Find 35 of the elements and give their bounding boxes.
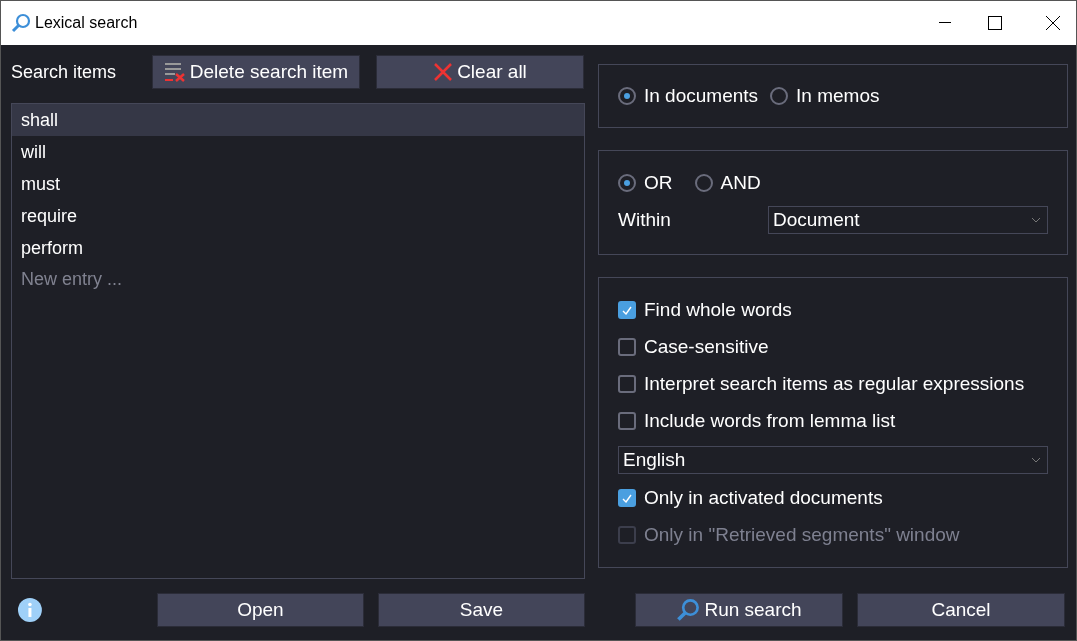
new-entry-field[interactable]: New entry ... [12, 264, 584, 294]
info-icon[interactable] [17, 597, 43, 623]
delete-list-icon [163, 62, 186, 82]
close-icon [433, 62, 454, 82]
option-checkbox[interactable]: Include words from lemma list [618, 408, 1067, 434]
list-item[interactable]: require [12, 200, 584, 232]
within-label: Within [618, 208, 672, 231]
list-item[interactable]: shall [12, 104, 584, 136]
search-icon [676, 598, 701, 622]
scope-radio[interactable]: In memos [770, 85, 880, 107]
language-dropdown[interactable]: English [618, 445, 1048, 474]
logic-radio[interactable]: AND [694, 171, 761, 194]
delete-search-item-button[interactable]: Delete search item [152, 55, 360, 89]
search-icon [11, 13, 31, 33]
open-button[interactable]: Open [156, 593, 364, 627]
logic-radio[interactable]: OR [618, 171, 673, 194]
run-search-button[interactable]: Run search [635, 593, 843, 627]
checkmark-icon [622, 305, 632, 315]
checkmark-icon [622, 493, 632, 503]
scope-radio[interactable]: In documents [618, 85, 759, 107]
clear-all-button[interactable]: Clear all [376, 55, 584, 89]
search-items-label: Search items [11, 61, 118, 83]
option-checkbox[interactable]: Only in activated documents [618, 485, 1067, 511]
dropdown-caret-icon [1031, 456, 1041, 463]
dropdown-caret-icon [1031, 216, 1041, 223]
list-item[interactable]: must [12, 168, 584, 200]
option-checkbox[interactable]: Interpret search items as regular expressions [618, 371, 1067, 397]
save-button[interactable]: Save [377, 593, 585, 627]
cancel-button[interactable]: Cancel [857, 593, 1065, 627]
list-item[interactable]: will [12, 136, 584, 168]
option-checkbox[interactable]: Case-sensitive [618, 334, 1067, 360]
window-title: Lexical search [35, 14, 139, 32]
within-dropdown[interactable]: Document [768, 205, 1048, 234]
list-item[interactable]: perform [12, 232, 584, 264]
option-checkbox[interactable]: Find whole words [618, 297, 1067, 323]
